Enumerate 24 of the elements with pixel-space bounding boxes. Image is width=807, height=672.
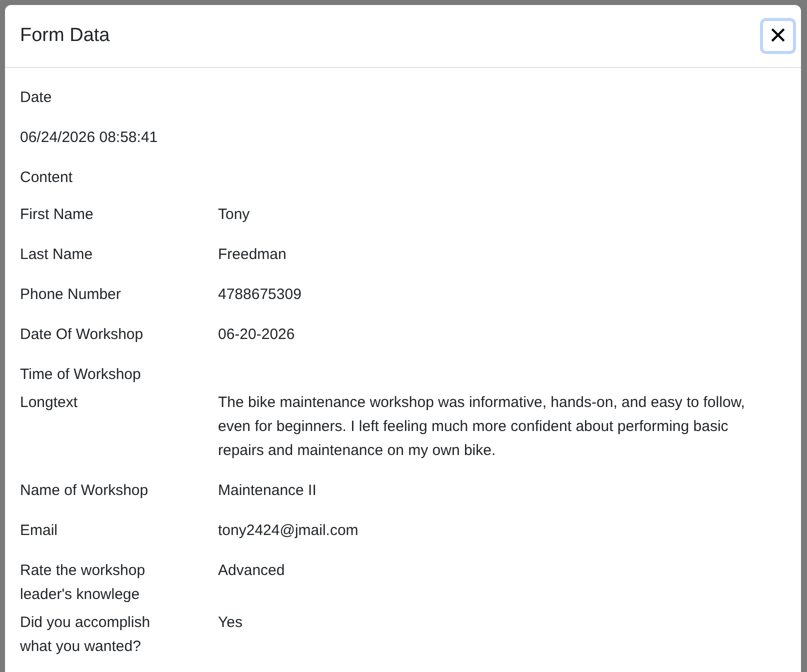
modal-title: Form Data <box>20 24 110 48</box>
field-label: Did you accomplish what you wanted? <box>20 613 152 657</box>
field-value: Freedman <box>218 245 288 265</box>
field-value: The bike maintenance workshop was informative, hands-on, and easy to follow, even for beginners. I left feeling much more confident about performing basic repairs and maintenance on my own bike. <box>218 393 746 461</box>
field-label: Longtext <box>20 393 79 413</box>
field-label: Name of Workshop <box>20 481 150 501</box>
field-value: 06-20-2026 <box>218 325 296 345</box>
field-value: Advanced <box>218 561 286 581</box>
field-label: Date Of Workshop <box>20 325 144 345</box>
field-value: Maintenance II <box>218 481 318 501</box>
field-value: Yes <box>218 613 244 633</box>
field-label: Time of Workshop <box>20 365 142 385</box>
content-label: Content <box>20 168 74 188</box>
field-value: 4788675309 <box>218 285 302 305</box>
field-label: Last Name <box>20 245 94 265</box>
field-value: tony2424@jmail.com <box>218 521 360 541</box>
field-value: Tony <box>218 205 251 225</box>
field-label: Phone Number <box>20 285 122 305</box>
date-label: Date <box>20 88 53 108</box>
date-value: 06/24/2026 08:58:41 <box>20 128 159 148</box>
field-label: Email <box>20 521 59 541</box>
close-button[interactable]: × <box>760 18 796 54</box>
field-label: Rate the workshop leader's knowlege <box>20 561 146 605</box>
field-label: First Name <box>20 205 94 225</box>
